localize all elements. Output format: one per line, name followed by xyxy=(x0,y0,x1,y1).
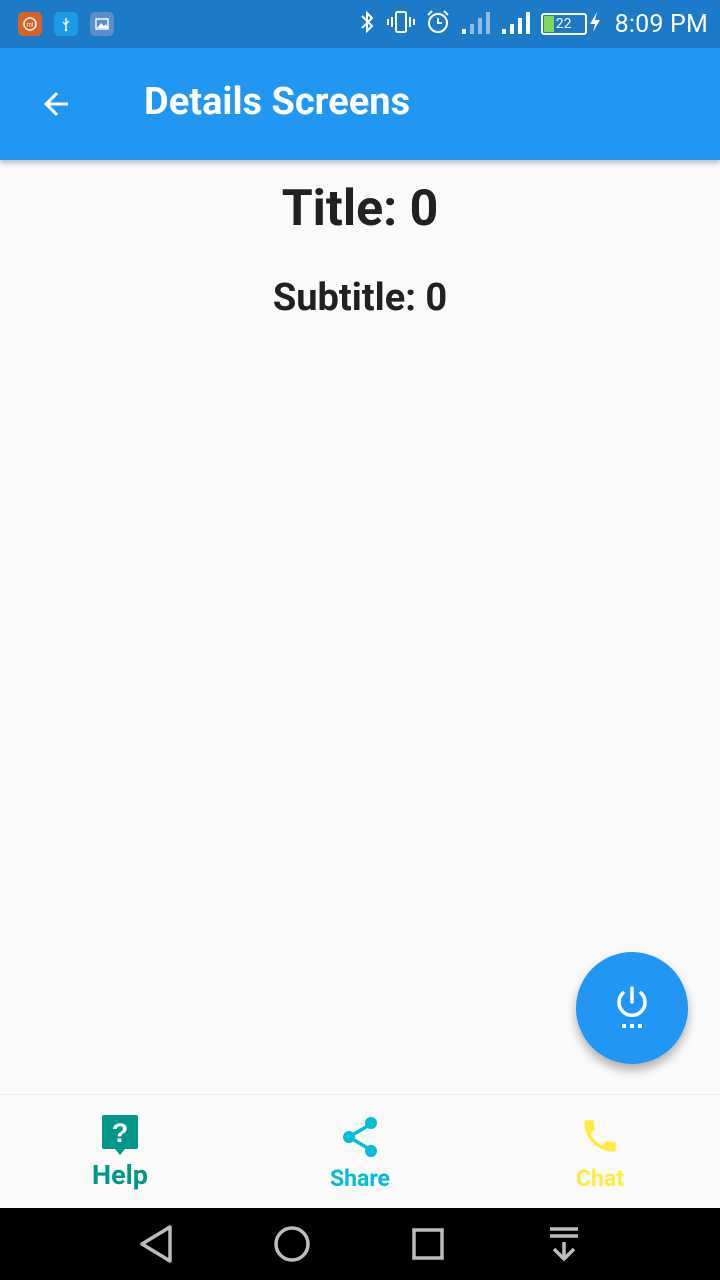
details-content: Title: 0 Subtitle: 0 xyxy=(0,160,720,1094)
signal-icon xyxy=(461,10,491,38)
system-back-button[interactable] xyxy=(136,1224,176,1264)
alarm-icon xyxy=(425,9,451,39)
nav-label-share: Share xyxy=(330,1165,390,1192)
detail-title: Title: 0 xyxy=(281,180,439,238)
svg-text:mi: mi xyxy=(27,23,33,29)
bluetooth-icon xyxy=(357,9,377,39)
phone-icon xyxy=(584,1120,616,1152)
system-home-button[interactable] xyxy=(272,1224,312,1264)
system-recents-button[interactable] xyxy=(408,1224,448,1264)
nav-label-chat: Chat xyxy=(575,1165,625,1192)
system-notification-button[interactable] xyxy=(544,1224,584,1264)
recents-square-icon xyxy=(412,1228,444,1260)
status-bar-notifications: mi xyxy=(18,12,114,36)
vibrate-icon xyxy=(386,9,415,39)
back-triangle-icon xyxy=(140,1225,172,1263)
back-button[interactable] xyxy=(28,76,84,132)
usb-icon xyxy=(54,12,78,36)
signal-icon xyxy=(501,10,531,38)
share-icon xyxy=(343,1117,377,1157)
bottom-navigation: ? Help Share Chat xyxy=(0,1094,720,1208)
battery-icon: 22 xyxy=(540,13,587,35)
nav-item-share[interactable]: Share xyxy=(240,1095,480,1209)
nav-item-help[interactable]: ? Help xyxy=(0,1095,240,1209)
svg-text:?: ? xyxy=(112,1118,129,1148)
status-bar: mi 22 8:09 PM xyxy=(0,0,720,48)
system-navigation-bar xyxy=(0,1208,720,1280)
notification-pull-icon xyxy=(550,1227,578,1262)
nav-label-help: Help xyxy=(92,1159,148,1191)
power-settings-icon xyxy=(617,986,647,1028)
mi-app-icon: mi xyxy=(18,12,42,36)
page-title: Details Screens xyxy=(144,80,411,124)
app-bar: Details Screens xyxy=(0,48,720,160)
gallery-icon xyxy=(90,12,114,36)
nav-item-chat[interactable]: Chat xyxy=(480,1095,720,1209)
battery-level: 22 xyxy=(555,16,572,32)
detail-subtitle: Subtitle: 0 xyxy=(272,276,448,320)
help-icon: ? xyxy=(102,1115,138,1155)
home-circle-icon xyxy=(274,1226,310,1262)
arrow-back-icon xyxy=(44,92,68,116)
charging-icon xyxy=(589,11,601,37)
power-fab-button[interactable] xyxy=(576,952,688,1064)
status-bar-system: 22 8:09 PM xyxy=(357,8,708,40)
status-time: 8:09 PM xyxy=(614,9,708,39)
